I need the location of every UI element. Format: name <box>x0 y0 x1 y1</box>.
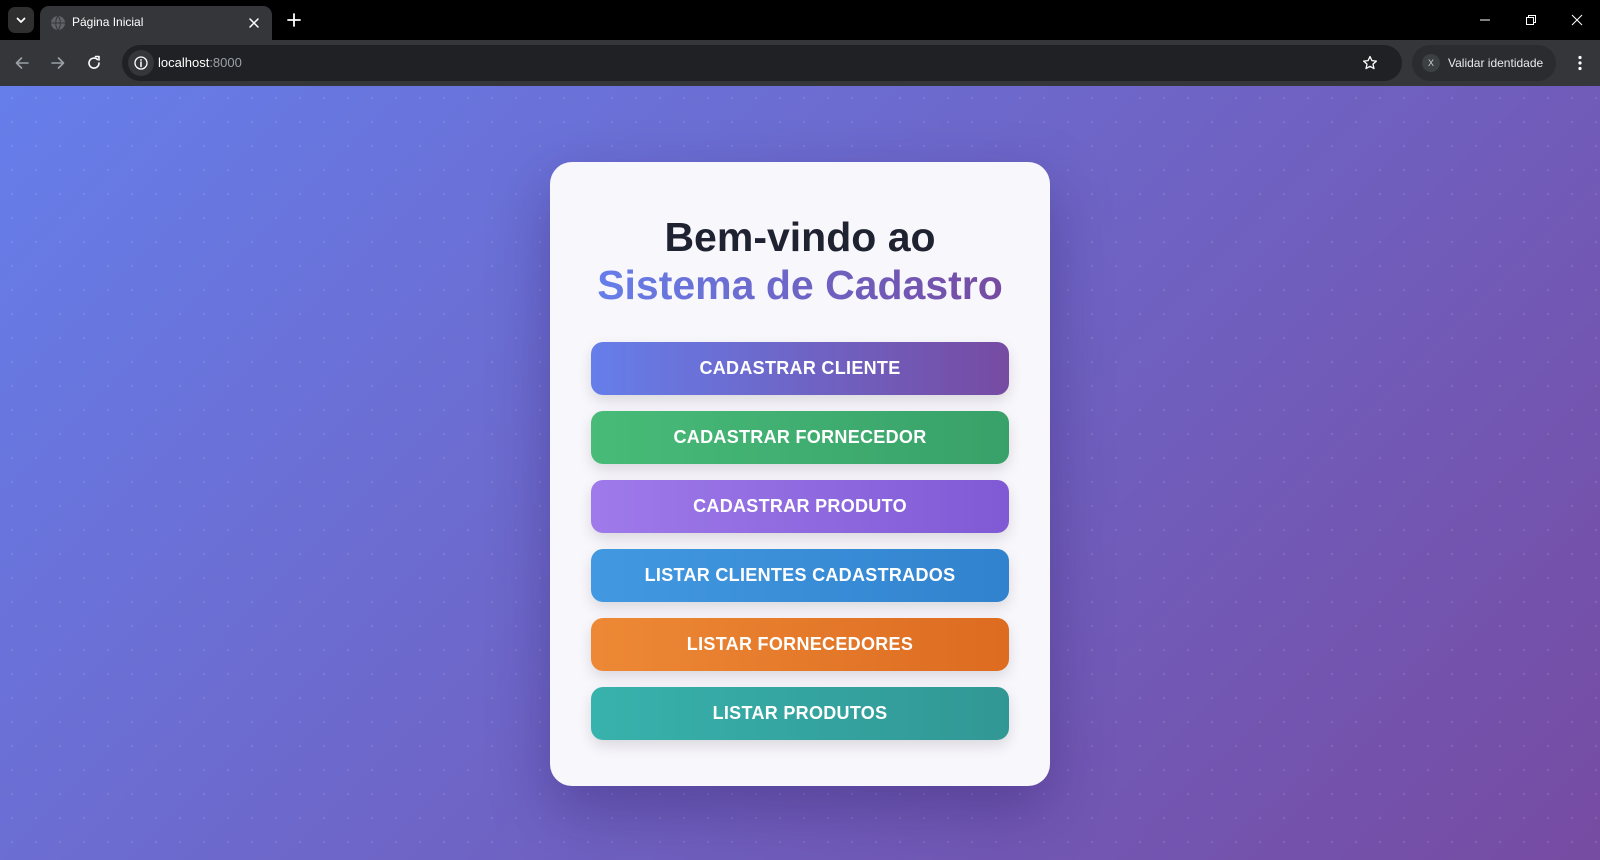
reload-button[interactable] <box>80 49 108 77</box>
url-port: :8000 <box>209 55 242 70</box>
url-host: localhost <box>158 55 210 70</box>
listar-fornecedores-button[interactable]: LISTAR FORNECEDORES <box>591 618 1009 671</box>
cadastrar-cliente-button[interactable]: CADASTRAR CLIENTE <box>591 342 1009 395</box>
page-viewport: Bem-vindo ao Sistema de Cadastro CADASTR… <box>0 86 1600 860</box>
profile-chip[interactable]: X Validar identidade <box>1412 45 1556 81</box>
address-bar[interactable]: localhost:8000 <box>122 45 1402 81</box>
restore-button[interactable] <box>1508 0 1554 40</box>
url-text: localhost:8000 <box>158 55 242 70</box>
close-icon <box>249 18 259 28</box>
back-arrow-icon <box>15 57 29 69</box>
active-tab[interactable]: Página Inicial <box>40 6 272 40</box>
listar-clientes-button[interactable]: LISTAR CLIENTES CADASTRADOS <box>591 549 1009 602</box>
plus-icon <box>287 13 301 27</box>
browser-toolbar: localhost:8000 X Validar identidade <box>0 40 1600 86</box>
browser-menu-button[interactable] <box>1566 49 1594 77</box>
new-tab-button[interactable] <box>282 8 306 32</box>
tab-strip: Página Inicial <box>0 0 1600 40</box>
site-info-button[interactable] <box>128 50 154 76</box>
bookmark-button[interactable] <box>1358 51 1382 75</box>
close-icon <box>1571 14 1583 26</box>
window-close-button[interactable] <box>1554 0 1600 40</box>
minimize-icon <box>1480 19 1490 21</box>
cadastrar-fornecedor-button[interactable]: CADASTRAR FORNECEDOR <box>591 411 1009 464</box>
reload-icon <box>88 55 100 69</box>
tab-close-button[interactable] <box>245 14 263 32</box>
kebab-menu-icon <box>1578 55 1582 71</box>
page-subtitle: Sistema de Cadastro <box>550 262 1050 309</box>
forward-button[interactable] <box>44 49 72 77</box>
cadastrar-produto-button[interactable]: CADASTRAR PRODUTO <box>591 480 1009 533</box>
globe-icon <box>51 15 65 31</box>
chevron-down-icon <box>16 17 26 23</box>
profile-label: Validar identidade <box>1448 56 1544 70</box>
avatar: X <box>1422 54 1440 72</box>
listar-produtos-button[interactable]: LISTAR PRODUTOS <box>591 687 1009 740</box>
back-button[interactable] <box>8 49 36 77</box>
star-icon <box>1362 55 1378 70</box>
minimize-button[interactable] <box>1462 0 1508 40</box>
welcome-card: Bem-vindo ao Sistema de Cadastro CADASTR… <box>550 162 1050 786</box>
page-subtitle-text: Sistema de Cadastro <box>597 262 1003 308</box>
tab-search-button[interactable] <box>8 7 34 33</box>
info-icon <box>134 56 148 70</box>
forward-arrow-icon <box>51 57 65 69</box>
tab-title: Página Inicial <box>72 15 144 29</box>
restore-icon <box>1526 15 1536 25</box>
page-title: Bem-vindo ao <box>664 214 936 260</box>
